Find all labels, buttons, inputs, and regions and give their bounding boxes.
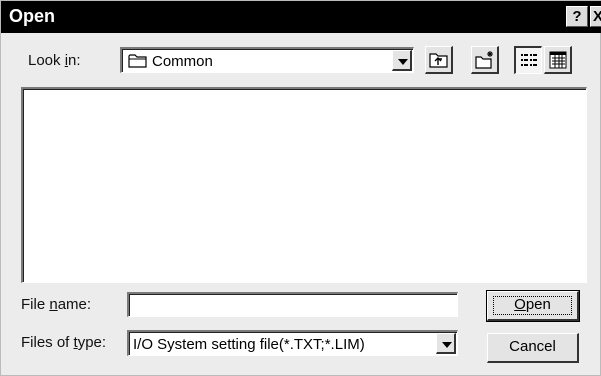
files-of-type-dropdown-button[interactable] xyxy=(436,333,456,354)
close-button[interactable]: X xyxy=(590,6,601,27)
dropdown-arrow-icon xyxy=(398,59,408,65)
open-dialog: Open ? X Look in: Common xyxy=(0,0,601,376)
file-name-label-pre: File xyxy=(21,296,50,313)
look-in-dropdown-button[interactable] xyxy=(392,50,412,71)
dropdown-arrow-icon xyxy=(442,342,452,348)
folder-icon xyxy=(128,53,148,73)
files-of-type-label-pre: Files of xyxy=(21,334,74,351)
title-bar: Open ? X xyxy=(1,1,601,33)
window-title: Open xyxy=(9,6,56,26)
focus-rectangle xyxy=(493,296,572,315)
list-view-button[interactable] xyxy=(514,46,542,74)
help-icon: ? xyxy=(572,8,582,25)
open-button[interactable]: Open xyxy=(486,290,580,322)
look-in-label-pre: Look xyxy=(28,52,65,69)
details-view-button[interactable] xyxy=(544,46,572,74)
up-one-level-button[interactable] xyxy=(425,46,453,74)
close-icon: X xyxy=(593,8,601,25)
look-in-label: Look in: xyxy=(28,52,81,69)
create-new-folder-button[interactable] xyxy=(471,46,499,74)
look-in-combo[interactable]: Common xyxy=(120,47,414,73)
cancel-button[interactable]: Cancel xyxy=(487,333,579,363)
help-button[interactable]: ? xyxy=(566,6,588,27)
file-name-label: File name: xyxy=(21,296,91,313)
look-in-label-post: n: xyxy=(68,52,81,69)
files-of-type-label: Files of type: xyxy=(21,334,106,351)
file-name-accel: n xyxy=(49,296,58,313)
look-in-value: Common xyxy=(152,53,213,70)
files-of-type-combo[interactable]: I/O System setting file(*.TXT;*.LIM) xyxy=(127,330,458,356)
cancel-button-label: Cancel xyxy=(509,338,556,355)
files-of-type-value: I/O System setting file(*.TXT;*.LIM) xyxy=(133,336,365,353)
file-name-label-post: ame: xyxy=(57,296,92,313)
file-list[interactable] xyxy=(21,87,587,283)
files-of-type-label-post: ype: xyxy=(77,334,107,351)
file-name-input[interactable] xyxy=(127,292,458,317)
